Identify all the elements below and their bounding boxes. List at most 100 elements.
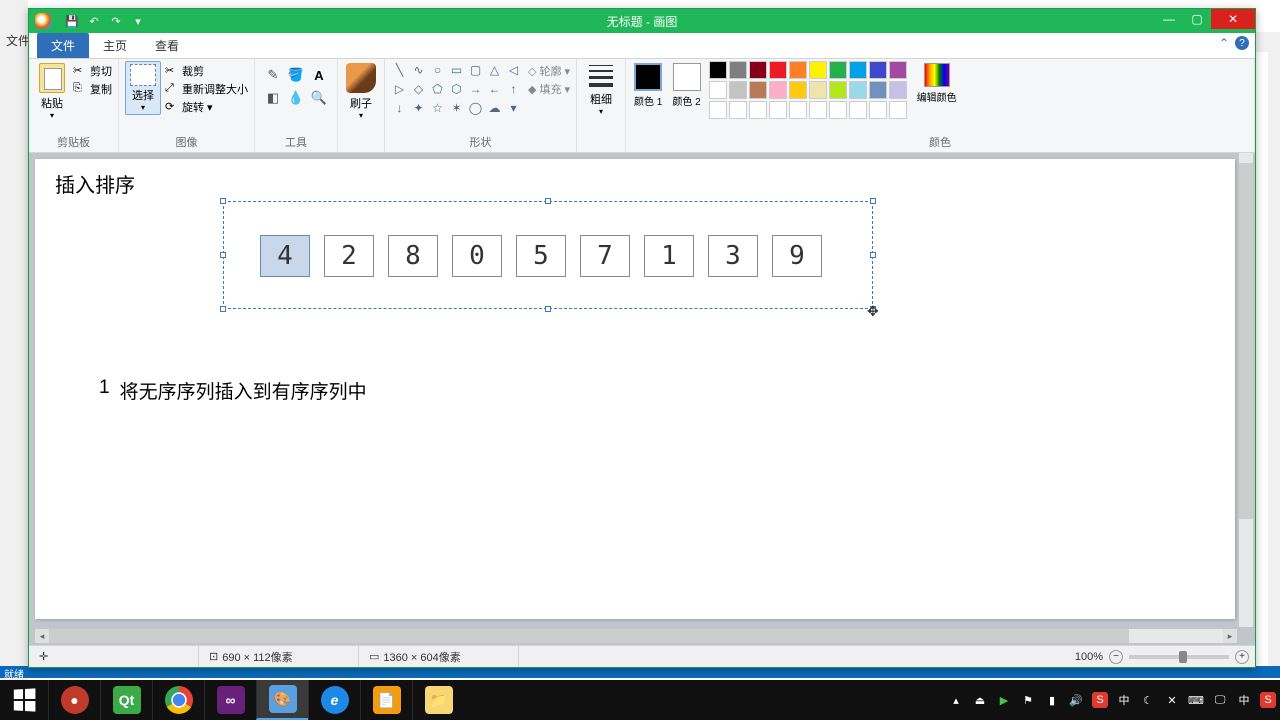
tray-ime-zh2-icon[interactable]: 中 xyxy=(1236,692,1252,708)
color-swatch[interactable] xyxy=(889,81,907,99)
selection-handle[interactable] xyxy=(220,252,226,258)
shapes-gallery[interactable]: ╲∿○▭▢△◁ ▷◇⬠⬡→←↑ ↓✦☆✶◯☁▾ xyxy=(391,61,522,116)
text-tool[interactable]: A xyxy=(309,65,329,85)
zoom-in-button[interactable]: + xyxy=(1235,650,1249,664)
qat-redo-button[interactable]: ↷ xyxy=(107,12,125,30)
tray-volume-icon[interactable]: 🔊 xyxy=(1068,692,1084,708)
fill-tool[interactable]: 🪣 xyxy=(286,65,306,85)
titlebar[interactable]: 💾 ↶ ↷ ▾ 无标题 - 画图 — ▢ ✕ xyxy=(29,9,1255,33)
color1-button[interactable]: 颜色 1 xyxy=(632,61,664,110)
tray-ime-zh-icon[interactable]: 中 xyxy=(1116,692,1132,708)
scrollbar-thumb[interactable] xyxy=(1239,163,1253,519)
tray-cross-icon[interactable]: ✕ xyxy=(1164,692,1180,708)
color-swatch[interactable] xyxy=(709,61,727,79)
selection-handle[interactable] xyxy=(545,198,551,204)
color-swatch[interactable] xyxy=(789,81,807,99)
selection-handle[interactable] xyxy=(870,198,876,204)
color-swatch[interactable] xyxy=(829,61,847,79)
color-swatch-empty[interactable] xyxy=(789,101,807,119)
shape-fill-button[interactable]: ◆填充 ▾ xyxy=(528,81,570,97)
taskbar-app-vs[interactable]: ∞ xyxy=(204,680,256,720)
color-swatch-empty[interactable] xyxy=(749,101,767,119)
scrollbar-thumb[interactable] xyxy=(49,629,1129,643)
zoom-tool[interactable]: 🔍 xyxy=(309,88,329,108)
color-swatch-empty[interactable] xyxy=(849,101,867,119)
select-tool-button[interactable]: 选择 ▾ xyxy=(125,61,161,115)
tray-sogou2-icon[interactable]: S xyxy=(1260,692,1276,708)
selection-handle[interactable] xyxy=(545,306,551,312)
color-swatch-empty[interactable] xyxy=(889,101,907,119)
tray-network-icon[interactable]: ▮ xyxy=(1044,692,1060,708)
taskbar-app-paint[interactable]: 🎨 xyxy=(256,680,308,720)
zoom-slider[interactable] xyxy=(1129,655,1229,659)
color-swatch[interactable] xyxy=(809,61,827,79)
pencil-tool[interactable]: ✎ xyxy=(263,65,283,85)
horizontal-scrollbar[interactable]: ◂ ▸ xyxy=(35,629,1237,643)
color-swatch[interactable] xyxy=(809,81,827,99)
taskbar-app-qt[interactable]: Qt xyxy=(100,680,152,720)
color-swatch[interactable] xyxy=(709,81,727,99)
close-button[interactable]: ✕ xyxy=(1211,9,1255,29)
color-palette[interactable] xyxy=(709,61,907,119)
eraser-tool[interactable]: ◧ xyxy=(263,88,283,108)
tray-up-icon[interactable]: ▴ xyxy=(948,692,964,708)
color-swatch-empty[interactable] xyxy=(769,101,787,119)
color2-button[interactable]: 颜色 2 xyxy=(670,61,702,110)
zoom-out-button[interactable]: − xyxy=(1109,650,1123,664)
tray-keyboard-icon[interactable]: ⌨ xyxy=(1188,692,1204,708)
color-swatch[interactable] xyxy=(829,81,847,99)
selection-handle[interactable] xyxy=(220,306,226,312)
selection-handle[interactable] xyxy=(220,198,226,204)
tray-sogou-icon[interactable]: S xyxy=(1092,692,1108,708)
tray-monitor-icon[interactable]: 🖵 xyxy=(1212,692,1228,708)
color-swatch-empty[interactable] xyxy=(809,101,827,119)
color-swatch[interactable] xyxy=(769,61,787,79)
qat-undo-button[interactable]: ↶ xyxy=(85,12,103,30)
resize-button[interactable]: ⤢重新调整大小 xyxy=(165,81,248,97)
color-swatch-empty[interactable] xyxy=(709,101,727,119)
color-swatch[interactable] xyxy=(869,61,887,79)
tray-play-icon[interactable]: ▶ xyxy=(996,692,1012,708)
canvas[interactable]: 插入排序 ✥ 428057139 1 将无序序列插入到有序序列中 xyxy=(35,159,1235,619)
crop-button[interactable]: ✂裁剪 xyxy=(165,63,248,79)
minimize-button[interactable]: — xyxy=(1155,9,1183,29)
color-swatch-empty[interactable] xyxy=(729,101,747,119)
taskbar-app-record[interactable]: ● xyxy=(48,680,100,720)
qat-customize-button[interactable]: ▾ xyxy=(129,12,147,30)
vertical-scrollbar[interactable] xyxy=(1239,153,1253,627)
tab-view[interactable]: 查看 xyxy=(141,33,193,58)
color-swatch-empty[interactable] xyxy=(829,101,847,119)
color-swatch[interactable] xyxy=(749,81,767,99)
ribbon-collapse-button[interactable]: ⌃ xyxy=(1219,36,1229,50)
cut-button[interactable]: ✂剪切 xyxy=(73,63,112,79)
color-swatch[interactable] xyxy=(749,61,767,79)
edit-colors-button[interactable]: 编辑颜色 xyxy=(913,61,961,106)
help-button[interactable]: ? xyxy=(1235,36,1249,50)
system-tray[interactable]: ▴ ⏏ ▶ ⚑ ▮ 🔊 S 中 ☾ ✕ ⌨ 🖵 中 S xyxy=(948,692,1276,708)
tray-flag-icon[interactable]: ⚑ xyxy=(1020,692,1036,708)
rotate-button[interactable]: ⟳旋转 ▾ xyxy=(165,99,248,115)
taskbar-app-chrome[interactable] xyxy=(152,680,204,720)
color-swatch[interactable] xyxy=(849,81,867,99)
taskbar-app-foxit[interactable]: 📄 xyxy=(360,680,412,720)
color-swatch[interactable] xyxy=(729,61,747,79)
color-swatch[interactable] xyxy=(869,81,887,99)
scroll-right-button[interactable]: ▸ xyxy=(1223,629,1237,643)
tab-home[interactable]: 主页 xyxy=(89,33,141,58)
maximize-button[interactable]: ▢ xyxy=(1183,9,1211,29)
start-button[interactable] xyxy=(0,680,48,720)
selection-handle[interactable] xyxy=(870,252,876,258)
qat-save-button[interactable]: 💾 xyxy=(63,12,81,30)
tray-moon-icon[interactable]: ☾ xyxy=(1140,692,1156,708)
tab-file[interactable]: 文件 xyxy=(37,33,89,58)
color-swatch[interactable] xyxy=(729,81,747,99)
color-swatch[interactable] xyxy=(789,61,807,79)
taskbar-app-ie[interactable]: e xyxy=(308,680,360,720)
shape-outline-button[interactable]: ◇轮廓 ▾ xyxy=(528,63,570,79)
color-swatch[interactable] xyxy=(769,81,787,99)
brush-button[interactable]: 刷子 ▾ xyxy=(344,61,378,122)
picker-tool[interactable]: 💧 xyxy=(286,88,306,108)
paste-button[interactable]: 粘贴 ▾ xyxy=(35,61,69,122)
scroll-left-button[interactable]: ◂ xyxy=(35,629,49,643)
copy-button[interactable]: ⎘复制 xyxy=(73,81,112,97)
